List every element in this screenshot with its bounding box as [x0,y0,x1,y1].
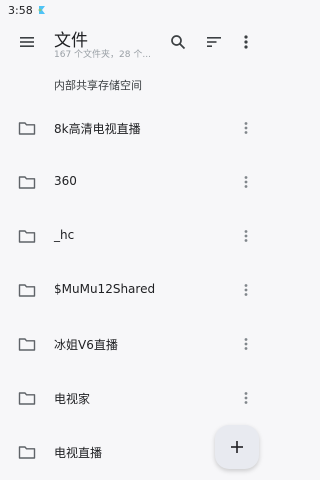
list-item[interactable]: $MuMu12Shared [0,264,270,318]
top-app-bar: 文件 167 个文件夹，28 个... [0,20,270,66]
folder-name: 电视直播 [54,446,103,460]
overflow-menu-button[interactable] [232,28,260,56]
folder-icon [18,176,36,189]
list-item[interactable]: 360 [0,156,270,210]
item-more-button[interactable] [236,387,256,409]
add-icon [231,441,243,453]
folder-name: $MuMu12Shared [54,282,156,296]
folder-count-subtitle: 167 个文件夹，28 个... [54,50,151,60]
more-vert-icon [244,392,248,404]
folder-icon [18,284,36,297]
list-item[interactable]: 8k高清电视直播 [0,102,270,156]
add-fab-button[interactable] [215,425,259,469]
more-vert-icon [244,284,248,296]
folder-icon [18,446,36,459]
menu-icon [20,37,34,47]
folder-name: 冰姐V6直播 [54,338,118,352]
item-more-button[interactable] [236,279,256,301]
list-item[interactable]: _hc [0,210,270,264]
folder-name: 8k高清电视直播 [54,122,141,136]
storage-breadcrumb[interactable]: 内部共享存储空间 [54,77,142,93]
more-vert-icon [244,35,248,49]
item-more-button[interactable] [236,171,256,193]
search-icon [171,35,186,50]
folder-icon [18,338,36,351]
folder-name: 电视家 [54,392,91,406]
sort-button[interactable] [200,28,228,56]
folder-name: 360 [54,174,77,188]
more-vert-icon [244,122,248,134]
item-more-button[interactable] [236,117,256,139]
app-notification-icon [38,6,45,14]
list-item[interactable]: 冰姐V6直播 [0,318,270,372]
more-vert-icon [244,176,248,188]
folder-icon [18,230,36,243]
sort-icon [207,37,221,47]
more-vert-icon [244,230,248,242]
folder-icon [18,122,36,135]
more-vert-icon [244,338,248,350]
list-item[interactable]: 电视家 [0,372,270,426]
folder-name: _hc [54,228,75,242]
item-more-button[interactable] [236,333,256,355]
folder-icon [18,392,36,405]
status-time: 3:58 [8,3,33,17]
item-more-button[interactable] [236,225,256,247]
search-button[interactable] [164,28,192,56]
status-bar: 3:58 [0,0,270,20]
menu-button[interactable] [13,28,41,56]
